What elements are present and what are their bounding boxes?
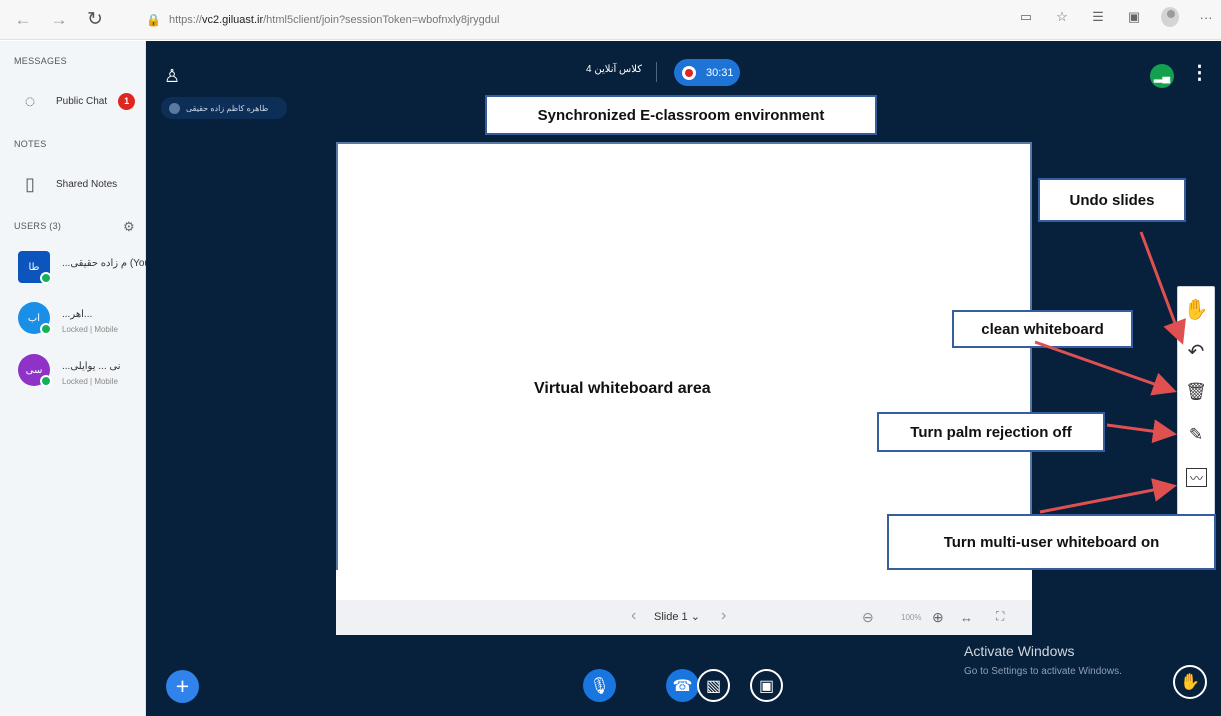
- slide-controls: ‹ Slide 1 ⌄ › ⊖ 100% ⊕ ↔ ⛶: [336, 570, 1032, 635]
- callout-palm: Turn palm rejection off: [877, 412, 1105, 452]
- bigbluebutton-window: ← → ↻ 🔒 https://vc2.giluast.ir/html5clie…: [0, 0, 1221, 716]
- multi-user-whiteboard-icon[interactable]: 〰: [1186, 468, 1207, 487]
- favorites-list-icon[interactable]: ☰: [1089, 9, 1107, 25]
- recording-icon: [682, 65, 696, 80]
- slide-label: Slide 1: [654, 611, 688, 623]
- screen-cast-icon[interactable]: ▭: [1017, 9, 1035, 25]
- shared-notes-label: Shared Notes: [56, 178, 118, 190]
- chat-unread-badge: 1: [118, 92, 136, 110]
- callout-multiuser: Turn multi-user whiteboard on: [887, 514, 1216, 570]
- actions-plus-button[interactable]: +: [166, 670, 199, 703]
- chat-icon: ◌: [24, 90, 36, 111]
- recording-timer[interactable]: 30:31: [674, 59, 740, 86]
- user-list-item[interactable]: اب ...اهر... Locked | Mobile: [18, 302, 143, 346]
- reload-icon[interactable]: ↻: [82, 7, 108, 33]
- collections-icon[interactable]: ▣: [1125, 9, 1143, 25]
- zoom-level: 100%: [901, 613, 922, 622]
- previous-slide-icon[interactable]: ‹: [631, 607, 636, 625]
- callout-synchronized: Synchronized E-classroom environment: [485, 95, 877, 135]
- signal-bars-icon[interactable]: ▂▄: [1150, 64, 1174, 88]
- lock-icon: 🔒: [146, 13, 161, 27]
- shared-notes-item[interactable]: ▯ Shared Notes: [18, 172, 117, 196]
- user-status-text: Locked | Mobile: [62, 325, 118, 334]
- user-status-text: Locked | Mobile: [62, 377, 118, 386]
- messages-section-title: MESSAGES: [14, 56, 67, 66]
- forward-arrow-icon[interactable]: →: [46, 7, 72, 33]
- meeting-main-area: ♙ طاهره کاظم زاده حقیقی کلاس آنلاین 4 30…: [146, 41, 1221, 716]
- callout-clean: clean whiteboard: [952, 310, 1133, 348]
- hand-tool-icon[interactable]: ✋: [1183, 296, 1209, 322]
- palm-rejection-icon[interactable]: ✎: [1183, 422, 1209, 448]
- trash-icon[interactable]: 🗑: [1183, 379, 1209, 405]
- timer-text: 30:31: [706, 66, 734, 79]
- meeting-title: کلاس آنلاین 4: [586, 64, 642, 75]
- fullscreen-icon[interactable]: ⛶: [996, 609, 1004, 624]
- notes-section-title: NOTES: [14, 139, 47, 149]
- chevron-down-icon: ⌄: [690, 611, 700, 623]
- user-list-item[interactable]: سی ...نی ... یوایلی Locked | Mobile: [18, 354, 143, 398]
- presenter-pill: طاهره کاظم زاده حقیقی: [161, 97, 287, 119]
- sidebar: MESSAGES ◌ Public Chat 1 NOTES ▯ Shared …: [0, 41, 153, 716]
- undo-icon[interactable]: ↶: [1183, 338, 1209, 364]
- users-section-title: USERS (3): [14, 221, 62, 231]
- fit-width-icon[interactable]: ↔: [960, 610, 973, 625]
- presenter-name: طاهره کاظم زاده حقیقی: [186, 103, 269, 113]
- user-icon[interactable]: ♙: [164, 66, 180, 87]
- windows-activation-title: Activate Windows: [964, 643, 1075, 659]
- windows-activation-subtitle: Go to Settings to activate Windows.: [964, 666, 1122, 677]
- favorite-icon[interactable]: ☆: [1053, 9, 1071, 25]
- phone-icon[interactable]: ☎: [666, 669, 699, 702]
- whiteboard-toolbar: ✋ ↶ 🗑 ✎ 〰: [1177, 286, 1215, 538]
- url-host: vc2.giluast.ir: [201, 14, 264, 26]
- public-chat-item[interactable]: ◌ Public Chat 1: [18, 89, 136, 113]
- user-name: ...اهر...: [62, 309, 93, 320]
- status-dot: [40, 375, 52, 387]
- screen-share-off-icon[interactable]: ▣: [750, 669, 783, 702]
- whiteboard-area-label: Virtual whiteboard area: [534, 380, 711, 397]
- microphone-icon[interactable]: 🎙: [583, 669, 616, 702]
- address-bar[interactable]: 🔒 https://vc2.giluast.ir/html5client/joi…: [146, 8, 499, 32]
- back-arrow-icon[interactable]: ←: [10, 7, 36, 33]
- user-name: ...م زاده حقیقی (You): [62, 258, 154, 269]
- whiteboard-bottom-strip: [336, 570, 1032, 600]
- user-name: ...نی ... یوایلی: [62, 361, 121, 372]
- vertical-dots-icon[interactable]: ⋮: [1190, 62, 1209, 85]
- callout-undo: Undo slides: [1038, 178, 1186, 222]
- status-dot: [40, 272, 52, 284]
- zoom-in-icon[interactable]: ⊕: [932, 609, 944, 626]
- next-slide-icon[interactable]: ›: [721, 607, 726, 625]
- browser-actions: ▭ ☆ ☰ ▣ ···: [1017, 7, 1215, 27]
- url-path: /html5client/join?sessionToken=wbofnxly8…: [263, 14, 500, 26]
- camera-off-icon[interactable]: ▧: [697, 669, 730, 702]
- browser-toolbar: ← → ↻ 🔒 https://vc2.giluast.ir/html5clie…: [0, 0, 1221, 40]
- header-divider: [656, 62, 657, 82]
- zoom-out-icon[interactable]: ⊖: [862, 609, 874, 626]
- presenter-dot: [169, 102, 180, 114]
- public-chat-label: Public Chat: [56, 95, 108, 107]
- status-dot: [40, 323, 52, 335]
- user-list-item[interactable]: طا ...م زاده حقیقی (You): [18, 251, 153, 295]
- profile-avatar[interactable]: [1161, 7, 1179, 27]
- whiteboard-area[interactable]: [336, 142, 1032, 572]
- notes-icon: ▯: [25, 173, 35, 194]
- gear-icon[interactable]: ⚙: [123, 219, 135, 235]
- url-prefix: https://: [168, 14, 202, 26]
- slide-select[interactable]: Slide 1 ⌄: [654, 610, 700, 623]
- raise-hand-button[interactable]: ✋: [1173, 665, 1207, 699]
- more-icon[interactable]: ···: [1197, 10, 1215, 25]
